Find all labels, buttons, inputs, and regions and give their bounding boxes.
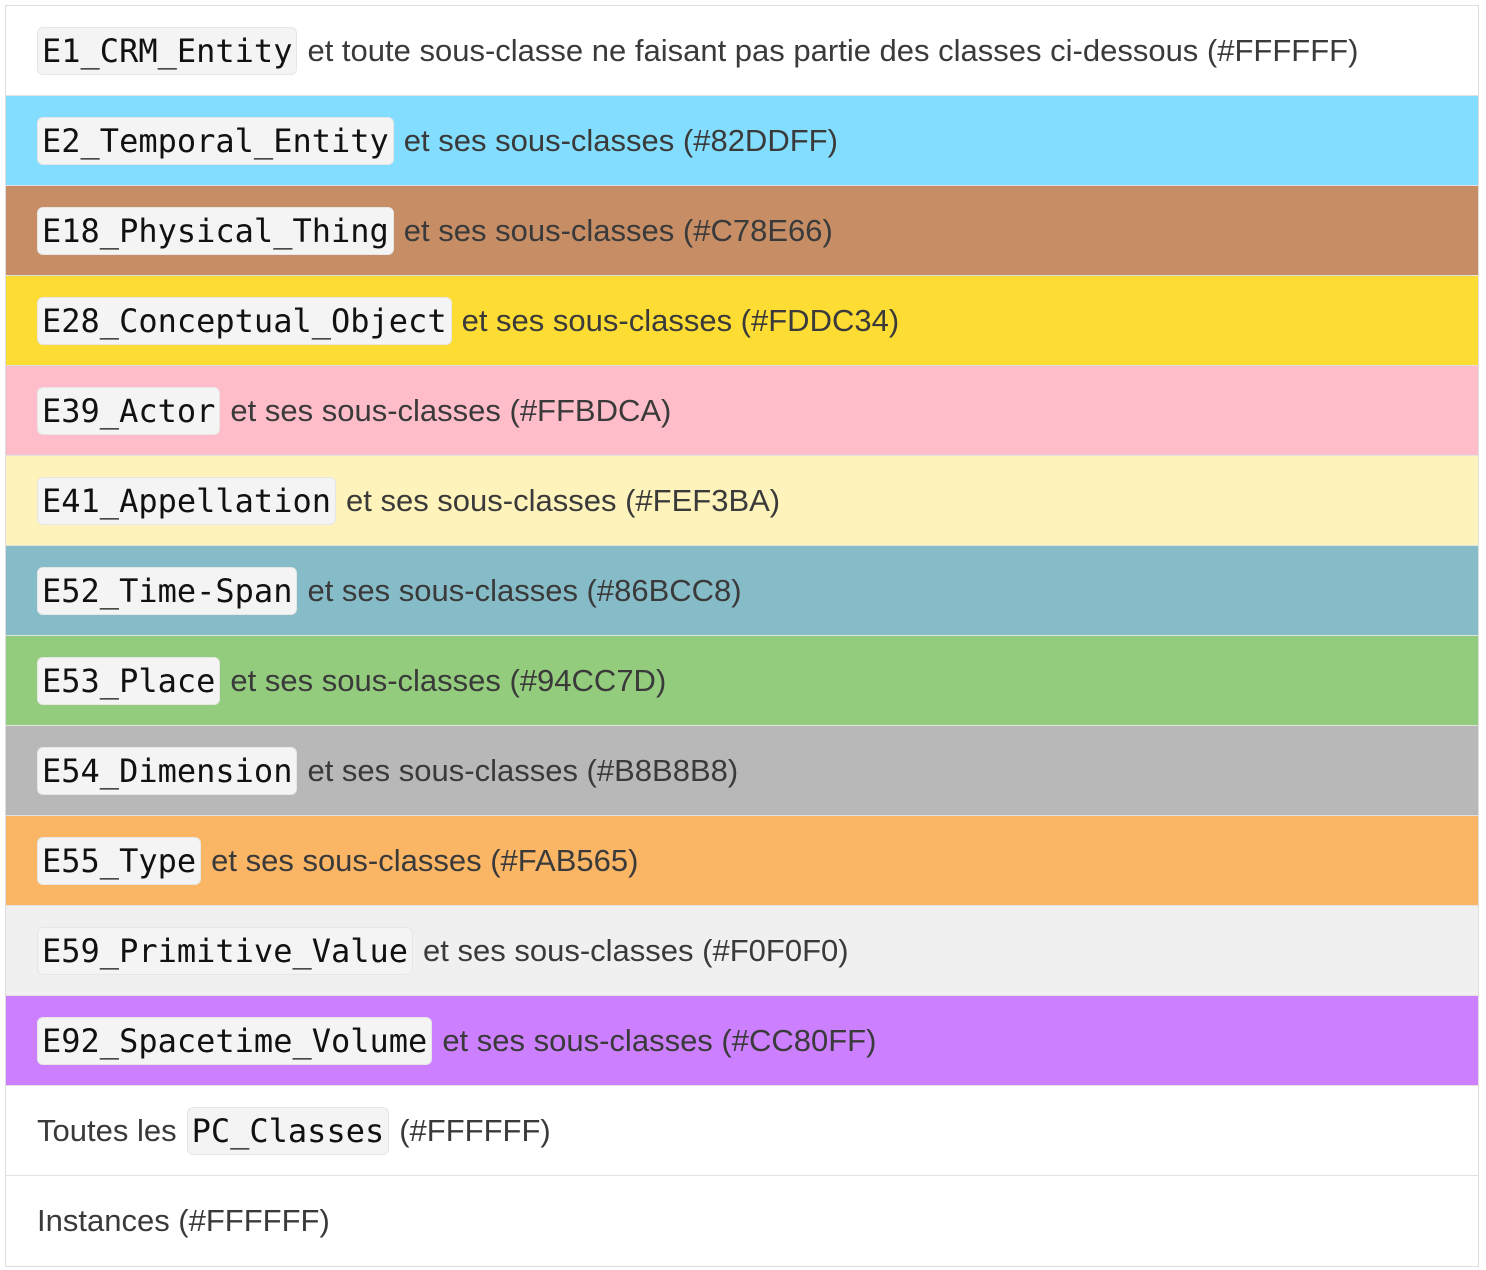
class-description: et toute sous-classe ne faisant pas part… [307,32,1359,68]
class-code: E92_Spacetime_Volume [37,1016,433,1065]
class-code: E28_Conceptual_Object [37,296,452,345]
class-description: et ses sous-classes (#C78E66) [403,212,833,248]
class-description: (#FFFFFF) [399,1112,551,1148]
legend-row-e54: E54_Dimension et ses sous-classes (#B8B8… [6,726,1478,816]
legend-row-e52: E52_Time-Span et ses sous-classes (#86BC… [6,546,1478,636]
legend-row-e41: E41_Appellation et ses sous-classes (#FE… [6,456,1478,546]
class-code: E2_Temporal_Entity [37,116,394,165]
class-code: E55_Type [37,836,202,885]
class-description: et ses sous-classes (#82DDFF) [403,122,838,158]
class-code: E53_Place [37,656,221,705]
legend-row-e92: E92_Spacetime_Volume et ses sous-classes… [6,996,1478,1086]
legend-row-e59: E59_Primitive_Value et ses sous-classes … [6,906,1478,996]
legend-row-e53: E53_Place et ses sous-classes (#94CC7D) [6,636,1478,726]
class-code: E1_CRM_Entity [37,26,298,75]
class-description: et ses sous-classes (#FEF3BA) [345,482,781,518]
class-color-legend: E1_CRM_Entity et toute sous-classe ne fa… [5,5,1479,1267]
class-description: et ses sous-classes (#CC80FF) [442,1022,877,1058]
row-prefix-text: Toutes les [37,1112,177,1148]
legend-row-e2: E2_Temporal_Entity et ses sous-classes (… [6,96,1478,186]
class-description: et ses sous-classes (#FDDC34) [461,302,900,338]
class-description: et ses sous-classes (#FFBDCA) [230,392,672,428]
legend-row-instances: Instances (#FFFFFF) [6,1176,1478,1266]
class-description: et ses sous-classes (#94CC7D) [230,662,667,698]
class-code: E39_Actor [37,386,221,435]
class-code: E52_Time-Span [37,566,298,615]
legend-row-pc-classes: Toutes les PC_Classes (#FFFFFF) [6,1086,1478,1176]
class-description: Instances (#FFFFFF) [37,1203,330,1238]
class-description: et ses sous-classes (#F0F0F0) [423,932,849,968]
legend-row-e55: E55_Type et ses sous-classes (#FAB565) [6,816,1478,906]
class-description: et ses sous-classes (#B8B8B8) [307,752,739,788]
class-code: E18_Physical_Thing [37,206,394,255]
legend-row-e1: E1_CRM_Entity et toute sous-classe ne fa… [6,6,1478,96]
class-code: E54_Dimension [37,746,298,795]
legend-row-e18: E18_Physical_Thing et ses sous-classes (… [6,186,1478,276]
class-code: PC_Classes [186,1106,390,1155]
class-code: E41_Appellation [37,476,336,525]
legend-row-e28: E28_Conceptual_Object et ses sous-classe… [6,276,1478,366]
class-description: et ses sous-classes (#FAB565) [211,842,639,878]
class-description: et ses sous-classes (#86BCC8) [307,572,742,608]
class-code: E59_Primitive_Value [37,926,414,975]
legend-row-e39: E39_Actor et ses sous-classes (#FFBDCA) [6,366,1478,456]
